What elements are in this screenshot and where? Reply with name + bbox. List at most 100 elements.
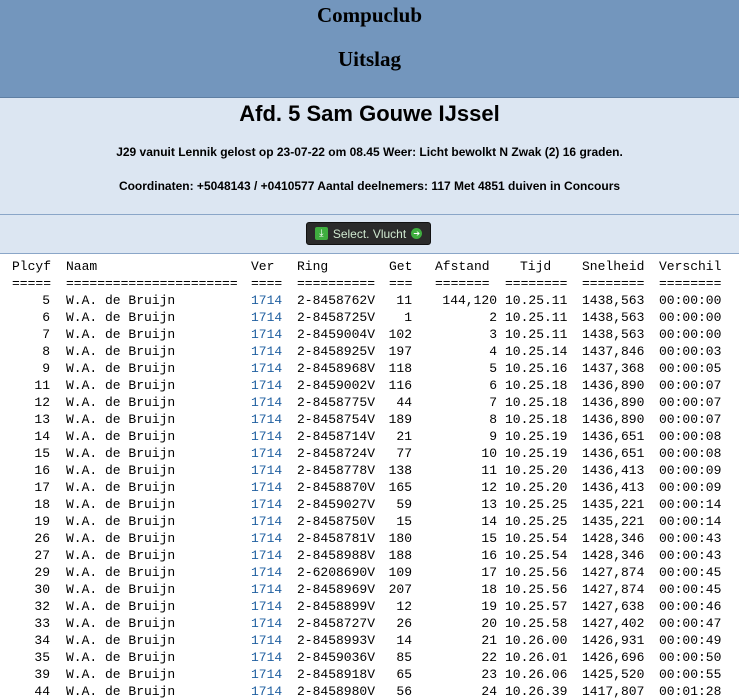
cell-verschil: 00:00:49 <box>659 633 722 648</box>
cell-verschil: 00:00:14 <box>659 497 722 512</box>
cell-afstand: 19 <box>481 599 497 614</box>
cell-plcyf: 29 <box>34 565 50 580</box>
cell-tijd: 10.25.25 <box>505 497 568 512</box>
separator: === <box>389 276 413 291</box>
cell-get: 14 <box>396 633 412 648</box>
cell-naam: W.A. de Bruijn <box>66 531 176 546</box>
page-header: Compuclub Uitslag <box>0 0 739 98</box>
cell-ver[interactable]: 1714 <box>251 496 282 513</box>
cell-ring: 2-8459027V <box>297 497 376 512</box>
cell-ver[interactable]: 1714 <box>251 547 282 564</box>
cell-get: 56 <box>396 684 412 699</box>
cell-afstand: 9 <box>489 429 497 444</box>
cell-afstand: 24 <box>481 684 497 699</box>
cell-verschil: 00:00:55 <box>659 667 722 682</box>
cell-ver[interactable]: 1714 <box>251 564 282 581</box>
separator: ======== <box>505 276 568 291</box>
cell-plcyf: 14 <box>34 429 50 444</box>
cell-verschil: 00:00:47 <box>659 616 722 631</box>
cell-ver[interactable]: 1714 <box>251 326 282 343</box>
table-row: 39 W.A. de Bruijn 1714 2-8458918V 65 23 10.26.… <box>0 666 739 683</box>
cell-plcyf: 13 <box>34 412 50 427</box>
cell-ring: 2-8458993V <box>297 633 376 648</box>
cell-get: 59 <box>396 497 412 512</box>
cell-ver[interactable]: 1714 <box>251 309 282 326</box>
cell-get: 77 <box>396 446 412 461</box>
cell-ver[interactable]: 1714 <box>251 360 282 377</box>
table-row: 5 W.A. de Bruijn 1714 2-8458762V 11 144,120 10… <box>0 292 739 309</box>
cell-ver[interactable]: 1714 <box>251 581 282 598</box>
table-row: 8 W.A. de Bruijn 1714 2-8458925V 197 4 10.25.1… <box>0 343 739 360</box>
cell-ring: 2-8458925V <box>297 344 376 359</box>
cell-verschil: 00:00:43 <box>659 548 722 563</box>
cell-ver[interactable]: 1714 <box>251 649 282 666</box>
cell-tijd: 10.25.20 <box>505 463 568 478</box>
cell-ver[interactable]: 1714 <box>251 632 282 649</box>
cell-afstand: 22 <box>481 650 497 665</box>
cell-plcyf: 27 <box>34 548 50 563</box>
cell-verschil: 00:00:09 <box>659 463 722 478</box>
cell-ver[interactable]: 1714 <box>251 598 282 615</box>
cell-ver[interactable]: 1714 <box>251 530 282 547</box>
select-vlucht-button[interactable]: ⤓ Select. Vlucht ➔ <box>306 222 431 245</box>
race-coordinates: Coordinaten: +5048143 / +0410577 Aantal … <box>118 179 621 193</box>
cell-ver[interactable]: 1714 <box>251 411 282 428</box>
cell-naam: W.A. de Bruijn <box>66 582 176 597</box>
cell-naam: W.A. de Bruijn <box>66 327 176 342</box>
cell-plcyf: 32 <box>34 599 50 614</box>
cell-ver[interactable]: 1714 <box>251 343 282 360</box>
cell-ring: 2-8458781V <box>297 531 376 546</box>
separator: ===== <box>12 276 52 291</box>
cell-afstand: 14 <box>481 514 497 529</box>
cell-ring: 2-8458918V <box>297 667 376 682</box>
col-header-afstand: Afstand <box>435 259 490 274</box>
cell-plcyf: 6 <box>42 310 50 325</box>
cell-ver[interactable]: 1714 <box>251 615 282 632</box>
cell-afstand: 12 <box>481 480 497 495</box>
cell-afstand: 10 <box>481 446 497 461</box>
cell-snelheid: 1427,874 <box>582 582 645 597</box>
cell-get: 102 <box>388 327 412 342</box>
table-separator-row: ===== ====================== ==== ======… <box>0 275 739 292</box>
cell-ver[interactable]: 1714 <box>251 462 282 479</box>
cell-plcyf: 12 <box>34 395 50 410</box>
cell-get: 12 <box>396 599 412 614</box>
cell-ver[interactable]: 1714 <box>251 377 282 394</box>
cell-ver[interactable]: 1714 <box>251 445 282 462</box>
cell-plcyf: 34 <box>34 633 50 648</box>
cell-tijd: 10.25.16 <box>505 361 568 376</box>
afdeling-title: Afd. 5 Sam Gouwe IJssel <box>239 101 500 126</box>
cell-verschil: 00:00:08 <box>659 446 722 461</box>
table-row: 13 W.A. de Bruijn 1714 2-8458754V 189 8 10.25.… <box>0 411 739 428</box>
table-row: 17 W.A. de Bruijn 1714 2-8458870V 165 12 10.25… <box>0 479 739 496</box>
cell-snelheid: 1436,413 <box>582 480 645 495</box>
cell-tijd: 10.25.54 <box>505 531 568 546</box>
col-header-tijd: Tijd <box>520 259 552 274</box>
cell-plcyf: 16 <box>34 463 50 478</box>
cell-ver[interactable]: 1714 <box>251 666 282 683</box>
table-row: 26 W.A. de Bruijn 1714 2-8458781V 180 15 10.25… <box>0 530 739 547</box>
cell-ver[interactable]: 1714 <box>251 479 282 496</box>
cell-get: 109 <box>388 565 412 580</box>
cell-ring: 2-8458775V <box>297 395 376 410</box>
cell-ver[interactable]: 1714 <box>251 394 282 411</box>
cell-ver[interactable]: 1714 <box>251 292 282 309</box>
cell-ver[interactable]: 1714 <box>251 428 282 445</box>
cell-ver[interactable]: 1714 <box>251 683 282 700</box>
cell-tijd: 10.25.11 <box>505 310 568 325</box>
table-row: 35 W.A. de Bruijn 1714 2-8459036V 85 22 10.26.… <box>0 649 739 666</box>
cell-tijd: 10.25.56 <box>505 582 568 597</box>
cell-get: 189 <box>388 412 412 427</box>
cell-naam: W.A. de Bruijn <box>66 548 176 563</box>
cell-snelheid: 1438,563 <box>582 327 645 342</box>
cell-ring: 2-8458969V <box>297 582 376 597</box>
cell-get: 65 <box>396 667 412 682</box>
cell-afstand: 17 <box>481 565 497 580</box>
cell-plcyf: 39 <box>34 667 50 682</box>
cell-snelheid: 1425,520 <box>582 667 645 682</box>
cell-ver[interactable]: 1714 <box>251 513 282 530</box>
cell-tijd: 10.25.58 <box>505 616 568 631</box>
cell-tijd: 10.26.06 <box>505 667 568 682</box>
cell-get: 11 <box>396 293 412 308</box>
cell-get: 118 <box>388 361 412 376</box>
